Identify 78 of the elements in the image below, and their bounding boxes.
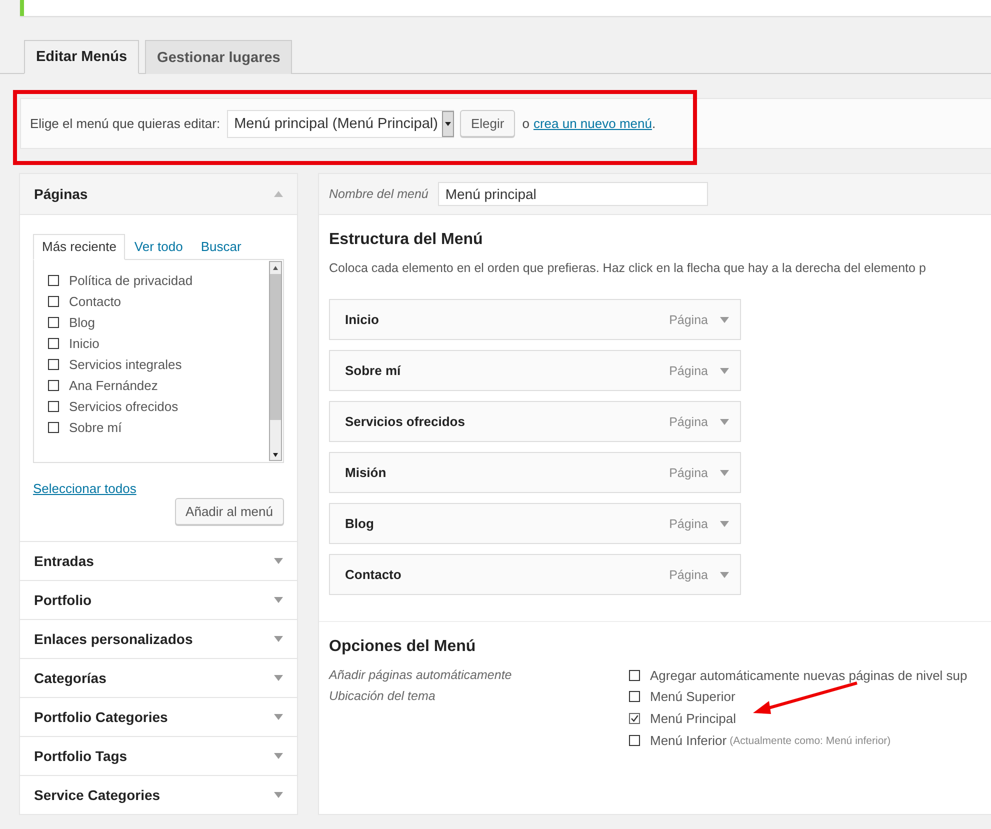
item-type-label: Página bbox=[669, 466, 708, 480]
down-triangle-icon[interactable] bbox=[720, 572, 729, 578]
down-triangle-icon[interactable] bbox=[720, 368, 729, 374]
menu-dropdown[interactable]: Menú principal (Menú Principal) bbox=[227, 110, 454, 138]
checkbox[interactable] bbox=[48, 422, 59, 433]
menu-item-title: Servicios ofrecidos bbox=[345, 414, 466, 429]
down-triangle-icon[interactable] bbox=[720, 316, 729, 322]
menu-item-bar[interactable]: Blog Página bbox=[329, 503, 741, 544]
tab[interactable]: Editar Menús bbox=[24, 40, 140, 74]
menu-item-title: Contacto bbox=[345, 567, 402, 582]
checkbox-label: Agregar automáticamente nuevas páginas de nivel sup bbox=[650, 668, 968, 683]
checkbox[interactable] bbox=[48, 275, 59, 286]
menu-item-bar[interactable]: Contacto Página bbox=[329, 554, 741, 595]
option-label: Ubicación del tema bbox=[329, 689, 436, 705]
item-type-label: Página bbox=[669, 312, 708, 326]
option-label: Añadir páginas automáticamente bbox=[329, 668, 513, 683]
menu-item-title: Sobre mí bbox=[345, 363, 402, 378]
create-menu-link[interactable]: crea un nuevo menú bbox=[533, 116, 652, 131]
checkbox-label: Menú Superior bbox=[650, 689, 736, 704]
item-type-label: Página bbox=[669, 516, 708, 530]
menu-item-bar[interactable]: Inicio Página bbox=[329, 299, 741, 340]
down-triangle-icon[interactable] bbox=[720, 470, 729, 476]
checkbox-label: Inicio bbox=[69, 336, 100, 351]
item-type-label: Página bbox=[669, 414, 708, 428]
section-heading: Estructura del Menú bbox=[329, 231, 484, 249]
down-triangle-icon[interactable] bbox=[720, 418, 729, 424]
accordion-header[interactable]: Portfolio Tags bbox=[20, 737, 297, 775]
accordion-header[interactable]: Portfolio Categories bbox=[20, 698, 297, 736]
checkbox-label: Sobre mí bbox=[69, 420, 122, 435]
checkbox[interactable] bbox=[48, 401, 59, 412]
menu-name-field[interactable]: Menú principal bbox=[438, 182, 708, 206]
select-label: Elige el menú que quieras editar: bbox=[30, 116, 220, 131]
checkbox[interactable] bbox=[48, 338, 59, 349]
item-type-label: Página bbox=[669, 568, 708, 582]
choose-button[interactable]: Elegir bbox=[460, 110, 516, 137]
item-type-label: Página bbox=[669, 364, 708, 378]
menu-item-bar[interactable]: Servicios ofrecidos Página bbox=[329, 401, 741, 442]
or-text: o bbox=[522, 116, 530, 131]
menu-item-title: Blog bbox=[345, 516, 375, 531]
select-all-link[interactable]: Seleccionar todos bbox=[33, 481, 136, 496]
checkbox[interactable] bbox=[48, 296, 59, 307]
accordion-header[interactable]: Enlaces personalizados bbox=[20, 620, 297, 658]
menu-name-label: Nombre del menú bbox=[329, 187, 428, 201]
menu-item-bar[interactable]: Misión Página bbox=[329, 452, 741, 493]
checkbox-label: Servicios ofrecidos bbox=[69, 399, 178, 414]
note-text: (Actualmente como: Menú inferior) bbox=[730, 734, 891, 746]
accordion-header[interactable]: Categorías bbox=[20, 659, 297, 697]
down-triangle-icon[interactable] bbox=[720, 520, 729, 526]
panel-tab[interactable]: Buscar bbox=[192, 234, 250, 260]
checkbox[interactable] bbox=[48, 317, 59, 328]
checkbox-label: Menú Inferior bbox=[650, 733, 727, 748]
checkbox-label: Menú Principal bbox=[650, 711, 736, 726]
caret-icon bbox=[442, 110, 454, 136]
accordion-header[interactable]: Páginas bbox=[20, 174, 297, 215]
accordion-header[interactable]: Service Categories bbox=[20, 776, 297, 814]
checkbox-label: Contacto bbox=[69, 294, 122, 309]
period-text: . bbox=[652, 116, 656, 131]
menu-item-title: Misión bbox=[345, 465, 388, 480]
panel-tab[interactable]: Más reciente bbox=[33, 234, 126, 260]
checkbox-label: Servicios integrales bbox=[69, 357, 182, 372]
panel-tab[interactable]: Ver todo bbox=[125, 234, 192, 260]
checkbox[interactable] bbox=[48, 359, 59, 370]
checkbox[interactable] bbox=[48, 380, 59, 391]
menu-item-title: Inicio bbox=[345, 312, 380, 327]
tab[interactable]: Gestionar lugares bbox=[145, 40, 292, 74]
checkbox[interactable] bbox=[629, 713, 640, 724]
checkbox[interactable] bbox=[629, 670, 640, 681]
menu-item-bar[interactable]: Sobre mí Página bbox=[329, 350, 741, 391]
checkbox-label: Política de privacidad bbox=[69, 273, 193, 288]
checkbox-label: Ana Fernández bbox=[69, 378, 158, 393]
checkbox-label: Blog bbox=[69, 315, 96, 330]
add-to-menu-button[interactable]: Añadir al menú bbox=[174, 498, 284, 525]
accordion-header[interactable]: Portfolio bbox=[20, 581, 297, 619]
checkbox[interactable] bbox=[629, 691, 640, 702]
accordion-header[interactable]: Entradas bbox=[20, 542, 297, 580]
instruction-text: Coloca cada elemento en el orden que prefieras. Haz click en la flecha que hay a la derecha del elemento p bbox=[329, 261, 927, 275]
section-heading: Opciones del Menú bbox=[329, 638, 477, 656]
checkbox[interactable] bbox=[629, 735, 640, 746]
